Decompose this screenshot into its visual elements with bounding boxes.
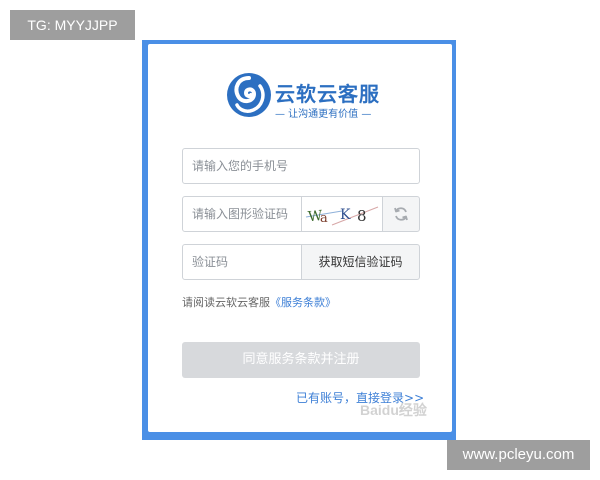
brand-slogan: — 让沟通更有价值 — <box>275 109 372 120</box>
captcha-image-graphic: W a K 8 <box>305 206 379 226</box>
sms-code-field-wrapper <box>182 244 302 280</box>
svg-text:8: 8 <box>357 207 367 225</box>
sms-code-input[interactable] <box>183 245 301 279</box>
svg-text:a: a <box>320 211 328 226</box>
terms-prefix: 请阅读云软云客服 <box>182 296 270 309</box>
baidu-watermark: Baidu经验 <box>360 402 427 418</box>
svg-text:K: K <box>340 207 351 223</box>
brand-name: 云软云客服 <box>275 82 380 106</box>
terms-line: 请阅读云软云客服《服务条款》 <box>182 294 336 310</box>
phone-input[interactable] <box>183 149 419 183</box>
tag-label: TG: MYYJJPP <box>10 10 135 40</box>
captcha-image[interactable]: W a K 8 <box>302 196 382 232</box>
captcha-input[interactable] <box>183 197 301 231</box>
get-sms-code-button[interactable]: 获取短信验证码 <box>301 244 420 280</box>
register-submit-button[interactable]: 同意服务条款并注册 <box>182 342 420 378</box>
login-prefix: 已有账号， <box>296 391 357 405</box>
captcha-field-wrapper <box>182 196 302 232</box>
swirl-logo-icon <box>227 73 271 117</box>
phone-field-wrapper <box>182 148 420 184</box>
refresh-captcha-button[interactable] <box>382 196 420 232</box>
refresh-icon <box>394 207 408 221</box>
site-watermark: www.pcleyu.com <box>447 440 590 470</box>
terms-link[interactable]: 《服务条款》 <box>270 296 336 309</box>
